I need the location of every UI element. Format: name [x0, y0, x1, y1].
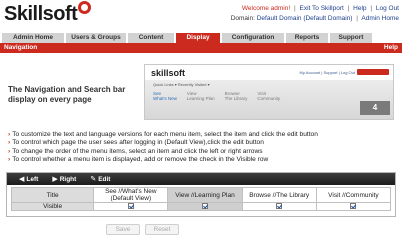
preview-menu-item: Visit Community [257, 91, 281, 101]
visible-cell [93, 202, 169, 211]
domain-label: Domain: [230, 15, 255, 22]
visible-checkbox[interactable] [201, 203, 208, 210]
instruction-item: To control whether a menu item is displa… [8, 156, 402, 164]
menu-item-cell-library[interactable]: Browse //The Library [241, 187, 317, 203]
logout-link[interactable]: Log Out [376, 5, 399, 12]
section-title: Navigation [4, 44, 38, 51]
visible-cell [167, 202, 243, 211]
edit-button[interactable]: ✎ Edit [90, 175, 110, 184]
main-tabs: Admin Home Users & Groups Content Displa… [0, 33, 402, 43]
move-right-button[interactable]: ▶ Right [52, 175, 76, 184]
row-header-visible: Visible [10, 202, 95, 211]
tab-support[interactable]: Support [330, 33, 372, 43]
separator: | [293, 5, 296, 12]
preview-top-links: My Account | Support | Log Out [299, 70, 355, 75]
preview-menu-band: Quick Links ▾ Recently Visited ▾ See What… [145, 80, 393, 119]
visible-cell [241, 202, 317, 211]
preview-topbar: skillsoft My Account | Support | Log Out [145, 65, 393, 79]
menu-item-cell-community[interactable]: Visit //Community [315, 187, 392, 203]
preview-badge: 4 [360, 101, 390, 115]
app-header: Skillsoft Welcome admin! | Exit To Skill… [0, 0, 402, 33]
menu-item-cell-learning-plan[interactable]: View //Learning Plan [167, 187, 243, 203]
preview-menu: See What's New View Learning Plan Browse Th… [153, 91, 280, 101]
move-left-button[interactable]: ◀ Left [19, 175, 38, 184]
separator: | [356, 15, 358, 22]
visible-cell [315, 202, 392, 211]
preview-menu-item: Browse The Library [224, 91, 248, 101]
exit-to-skillport-link[interactable]: Exit To Skillport [300, 5, 344, 12]
visible-checkbox[interactable] [350, 203, 357, 210]
navigation-preview-image: skillsoft My Account | Support | Log Out… [144, 64, 394, 120]
section-bar: Navigation Help [0, 43, 402, 53]
arrow-left-icon: ◀ [19, 176, 25, 183]
intro-heading: The Navigation and Search bar display on… [8, 85, 126, 104]
skillsoft-logo[interactable]: Skillsoft [4, 1, 92, 26]
preview-logo: skillsoft [151, 68, 186, 78]
edit-icon: ✎ [90, 176, 97, 183]
welcome-text: Welcome admin! [241, 5, 291, 12]
menu-item-cell-whats-new[interactable]: See //What's New (Default View) [93, 187, 169, 203]
tab-configuration[interactable]: Configuration [222, 33, 284, 43]
menu-items-grid: ◀ Left ▶ Right ✎ Edit Title See //What's… [6, 172, 396, 217]
tab-reports[interactable]: Reports [286, 33, 328, 43]
grid-toolbar: ◀ Left ▶ Right ✎ Edit [7, 173, 395, 185]
admin-home-link[interactable]: Admin Home [361, 15, 399, 22]
visible-checkbox[interactable] [276, 203, 283, 210]
separator: | [370, 5, 373, 12]
logo-mark-icon [78, 1, 92, 14]
preview-menu-item: View Learning Plan [186, 91, 215, 101]
visible-checkbox[interactable] [127, 203, 134, 210]
preview-search-icon [357, 69, 389, 75]
instructions-list: To customize the text and language versi… [8, 131, 402, 164]
header-links: Welcome admin! | Exit To Skillport | Hel… [231, 4, 399, 24]
save-button[interactable]: Save [106, 224, 140, 235]
preview-quick-links: Quick Links ▾ Recently Visited ▾ [153, 82, 210, 87]
row-header-title: Title [10, 187, 95, 203]
instruction-item: To change the order of the menu items, s… [8, 148, 402, 156]
reset-button[interactable]: Reset [145, 224, 179, 235]
menu-items-table: Title See //What's New (Default View) Vi… [10, 187, 392, 211]
section-help-link[interactable]: Help [384, 43, 398, 53]
logo-text: Skillsoft [4, 3, 78, 25]
preview-menu-item: See What's New [153, 91, 177, 101]
tab-content[interactable]: Content [128, 33, 174, 43]
tab-admin-home[interactable]: Admin Home [2, 33, 64, 43]
separator: | [347, 5, 350, 12]
arrow-right-icon: ▶ [52, 176, 58, 183]
instruction-item: To customize the text and language versi… [8, 131, 402, 139]
help-link[interactable]: Help [353, 5, 366, 12]
instruction-item: To control which page the user sees afte… [8, 139, 402, 147]
tab-display[interactable]: Display [176, 33, 220, 43]
domain-link[interactable]: Default Domain (Default Domain) [257, 15, 353, 22]
tab-users-groups[interactable]: Users & Groups [66, 33, 126, 43]
